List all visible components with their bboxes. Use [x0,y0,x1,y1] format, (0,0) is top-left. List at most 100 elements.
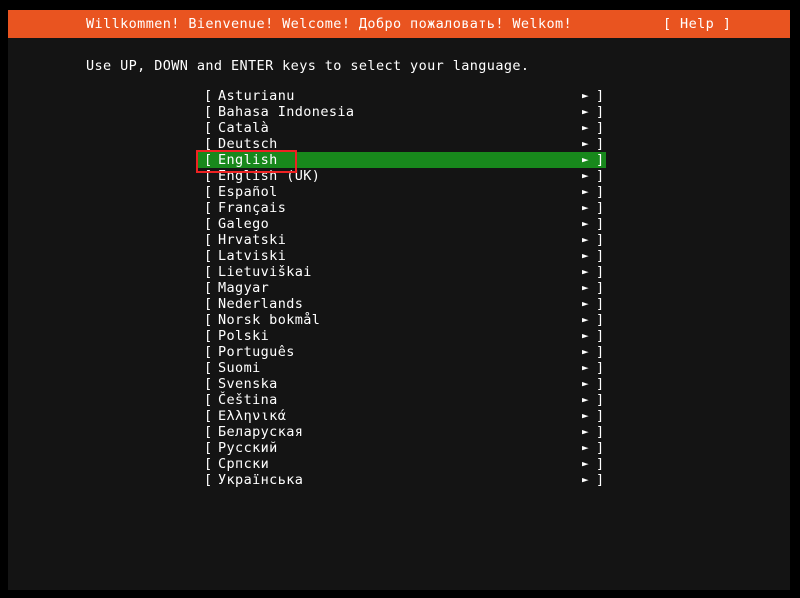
language-option[interactable]: [ Ελληνικά ►] [196,408,606,424]
language-option[interactable]: [Српски ►] [196,456,606,472]
language-option[interactable]: [ Galego ►] [196,216,606,232]
submenu-arrow-icon: ► [582,361,590,374]
bracket-open: [ [204,408,213,424]
bracket-open: [ [204,200,213,216]
language-option-label: Galego [218,216,270,232]
language-option[interactable]: [Svenska ►] [196,376,606,392]
language-menu[interactable]: [Asturianu ►] [Bahasa Indonesia ►] [Català ►]… [196,88,616,488]
submenu-arrow-icon: ► [582,297,590,310]
language-option[interactable]: [ Magyar ►] [196,280,606,296]
bracket-open: [ [204,232,213,248]
language-option[interactable]: [Українська ►] [196,472,606,488]
bracket-open: [ [204,216,213,232]
submenu-arrow-icon: ► [582,313,590,326]
language-option-label: Magyar [218,280,270,296]
language-option[interactable]: [ Nederlands ►] [196,296,606,312]
language-option[interactable]: [Беларуская ►] [196,424,606,440]
submenu-arrow-icon: ► [582,441,590,454]
instruction-text: Use UP, DOWN and ENTER keys to select yo… [86,58,530,74]
language-option[interactable]: [English ►] [196,152,606,168]
bracket-open: [ [204,328,213,344]
submenu-arrow-icon: ► [582,217,590,230]
submenu-arrow-icon: ► [582,345,590,358]
bracket-close: ] [596,248,605,264]
language-option[interactable]: [ Català ►] [196,120,606,136]
bracket-close: ] [596,232,605,248]
submenu-arrow-icon: ► [582,185,590,198]
language-option[interactable]: [English (UK) ►] [196,168,606,184]
language-option-label: Українська [218,472,304,488]
language-option-label: Asturianu [218,88,295,104]
language-option[interactable]: [ Suomi ►] [196,360,606,376]
language-option-label: English (UK) [218,168,321,184]
bracket-close: ] [596,280,605,296]
bracket-close: ] [596,120,605,136]
bracket-open: [ [204,88,213,104]
language-option[interactable]: [ Español ►] [196,184,606,200]
bracket-open: [ [204,184,213,200]
submenu-arrow-icon: ► [582,393,590,406]
bracket-open: [ [204,296,213,312]
submenu-arrow-icon: ► [582,201,590,214]
bracket-close: ] [596,328,605,344]
bracket-close: ] [596,216,605,232]
help-button[interactable]: [ Help ] [663,15,731,33]
bracket-close: ] [596,472,605,488]
bracket-close: ] [596,440,605,456]
bracket-open: [ [204,360,213,376]
submenu-arrow-icon: ► [582,121,590,134]
language-option-label: Español [218,184,278,200]
language-option-label: Deutsch [218,136,278,152]
language-option[interactable]: [Français ►] [196,200,606,216]
bracket-close: ] [596,200,605,216]
bracket-close: ] [596,104,605,120]
bracket-close: ] [596,152,605,168]
bracket-open: [ [204,120,213,136]
language-option-label: Nederlands [218,296,304,312]
language-option-label: Català [218,120,270,136]
language-option[interactable]: [Čeština ►] [196,392,606,408]
bracket-close: ] [596,360,605,376]
bracket-close: ] [596,456,605,472]
bracket-close: ] [596,264,605,280]
language-option-label: English [218,152,278,168]
bracket-close: ] [596,424,605,440]
language-option[interactable]: [Русский ►] [196,440,606,456]
language-option-label: Português [218,344,295,360]
submenu-arrow-icon: ► [582,249,590,262]
bracket-close: ] [596,296,605,312]
language-option[interactable]: [Norsk bokmål ►] [196,312,606,328]
language-option[interactable]: [Latviski ►] [196,248,606,264]
language-option-label: Беларуская [218,424,304,440]
installer-screen: Willkommen! Bienvenue! Welcome! Добро по… [0,0,800,598]
bracket-close: ] [596,184,605,200]
submenu-arrow-icon: ► [582,473,590,486]
bracket-open: [ [204,440,213,456]
language-option[interactable]: [Asturianu ►] [196,88,606,104]
language-option[interactable]: [ Português ►] [196,344,606,360]
submenu-arrow-icon: ► [582,89,590,102]
bracket-open: [ [204,168,213,184]
bracket-open: [ [204,344,213,360]
submenu-arrow-icon: ► [582,409,590,422]
bracket-open: [ [204,152,213,168]
bracket-close: ] [596,408,605,424]
language-option-label: Ελληνικά [218,408,287,424]
language-option[interactable]: [Bahasa Indonesia ►] [196,104,606,120]
language-option[interactable]: [Polski ►] [196,328,606,344]
language-option[interactable]: [Deutsch ►] [196,136,606,152]
bracket-close: ] [596,376,605,392]
submenu-arrow-icon: ► [582,281,590,294]
submenu-arrow-icon: ► [582,105,590,118]
bracket-close: ] [596,168,605,184]
language-option-label: Српски [218,456,270,472]
bracket-close: ] [596,344,605,360]
submenu-arrow-icon: ► [582,425,590,438]
submenu-arrow-icon: ► [582,233,590,246]
language-option-label: Lietuviškai [218,264,312,280]
language-option[interactable]: [Hrvatski ►] [196,232,606,248]
language-option[interactable]: [Lietuviškai ►] [196,264,606,280]
language-option-label: Suomi [218,360,261,376]
bracket-open: [ [204,280,213,296]
submenu-arrow-icon: ► [582,377,590,390]
